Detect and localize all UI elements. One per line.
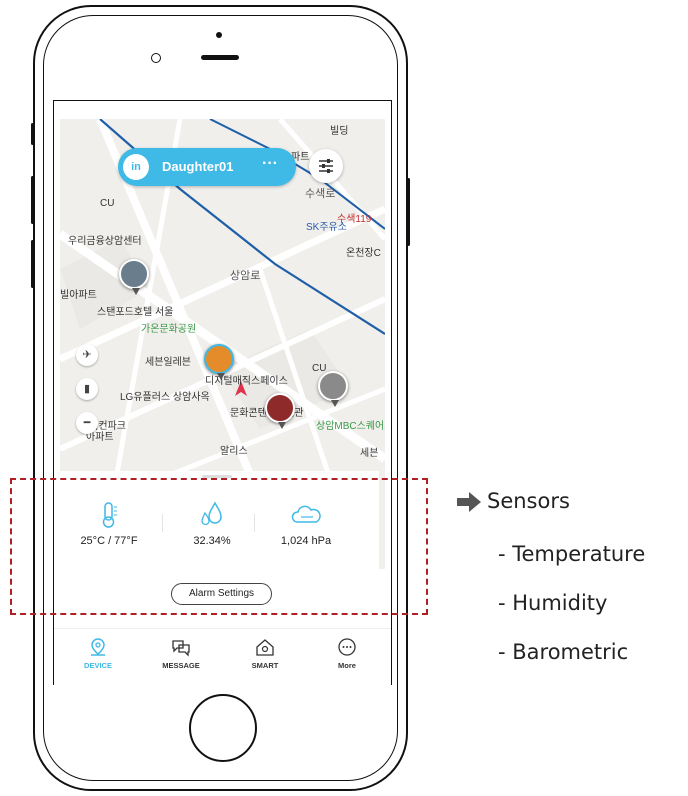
mute-switch: [31, 123, 34, 145]
arrow-right-icon: [457, 492, 481, 512]
device-logo-icon: in: [123, 154, 149, 180]
front-camera: [151, 53, 161, 63]
more-circle-icon: [338, 638, 356, 656]
more-dots-icon[interactable]: ···: [262, 155, 278, 173]
nav-device[interactable]: DEVICE: [68, 637, 128, 670]
map-label: SK주유소: [306, 222, 347, 233]
volume-up-button: [31, 176, 34, 224]
nav-device-label: DEVICE: [84, 661, 112, 670]
map-label: 우리금융상암센터: [68, 236, 142, 247]
member-avatar-pin[interactable]: [204, 344, 234, 380]
smart-home-icon: [256, 639, 274, 656]
map-label: 수색로: [305, 188, 336, 200]
map-label: CU: [100, 198, 115, 209]
nav-message[interactable]: MESSAGE: [151, 637, 211, 670]
proximity-sensor: [216, 32, 222, 38]
bottom-nav: DEVICE MESSAGE SMART More: [54, 628, 391, 685]
map-label: 세븐: [360, 448, 379, 459]
sensor-highlight-box: [10, 478, 428, 615]
annotation-item: - Barometric: [498, 640, 629, 664]
nav-message-label: MESSAGE: [162, 661, 200, 670]
satellite-icon[interactable]: ✈: [76, 344, 98, 366]
ruler-icon[interactable]: ━: [76, 412, 98, 434]
road-view-icon[interactable]: ▮: [76, 378, 98, 400]
map-label: 온천장C: [346, 248, 381, 259]
map-label: LG유플러스 상암사옥: [120, 392, 210, 403]
volume-down-button: [31, 240, 34, 288]
map-label: 빌아파트: [60, 290, 97, 301]
member-avatar-pin[interactable]: [119, 259, 149, 295]
member-avatar-pin[interactable]: [265, 393, 295, 429]
chat-bubbles-icon: [172, 640, 190, 657]
filter-button[interactable]: [309, 149, 343, 183]
device-selector-chip[interactable]: in Daughter01 ···: [118, 148, 296, 186]
map-label: 빌딩: [330, 126, 349, 137]
home-button[interactable]: [189, 694, 257, 762]
nav-smart[interactable]: SMART: [235, 637, 295, 670]
device-name: Daughter01: [162, 159, 234, 174]
map-label: 세븐일레븐: [145, 357, 191, 368]
nav-more[interactable]: More: [317, 637, 377, 670]
location-pin-icon: [91, 638, 105, 656]
nav-more-label: More: [338, 661, 356, 670]
map-label: 아파트: [86, 432, 114, 443]
power-button: [407, 178, 410, 246]
annotation-title: Sensors: [487, 489, 570, 513]
nav-smart-label: SMART: [251, 661, 279, 670]
annotation-item: - Temperature: [498, 542, 646, 566]
map-label: 상암MBC스퀘어트장: [316, 421, 385, 432]
map-label: 상암로: [230, 270, 261, 282]
map-label: 가온문화공원: [141, 324, 197, 335]
device-pin[interactable]: [318, 371, 348, 407]
earpiece-speaker: [201, 55, 239, 60]
annotation-item: - Humidity: [498, 591, 608, 615]
map-label: 알리스: [220, 446, 248, 457]
map-label: 스탠포드호텔 서울: [97, 307, 174, 318]
sliders-icon: [319, 159, 333, 173]
